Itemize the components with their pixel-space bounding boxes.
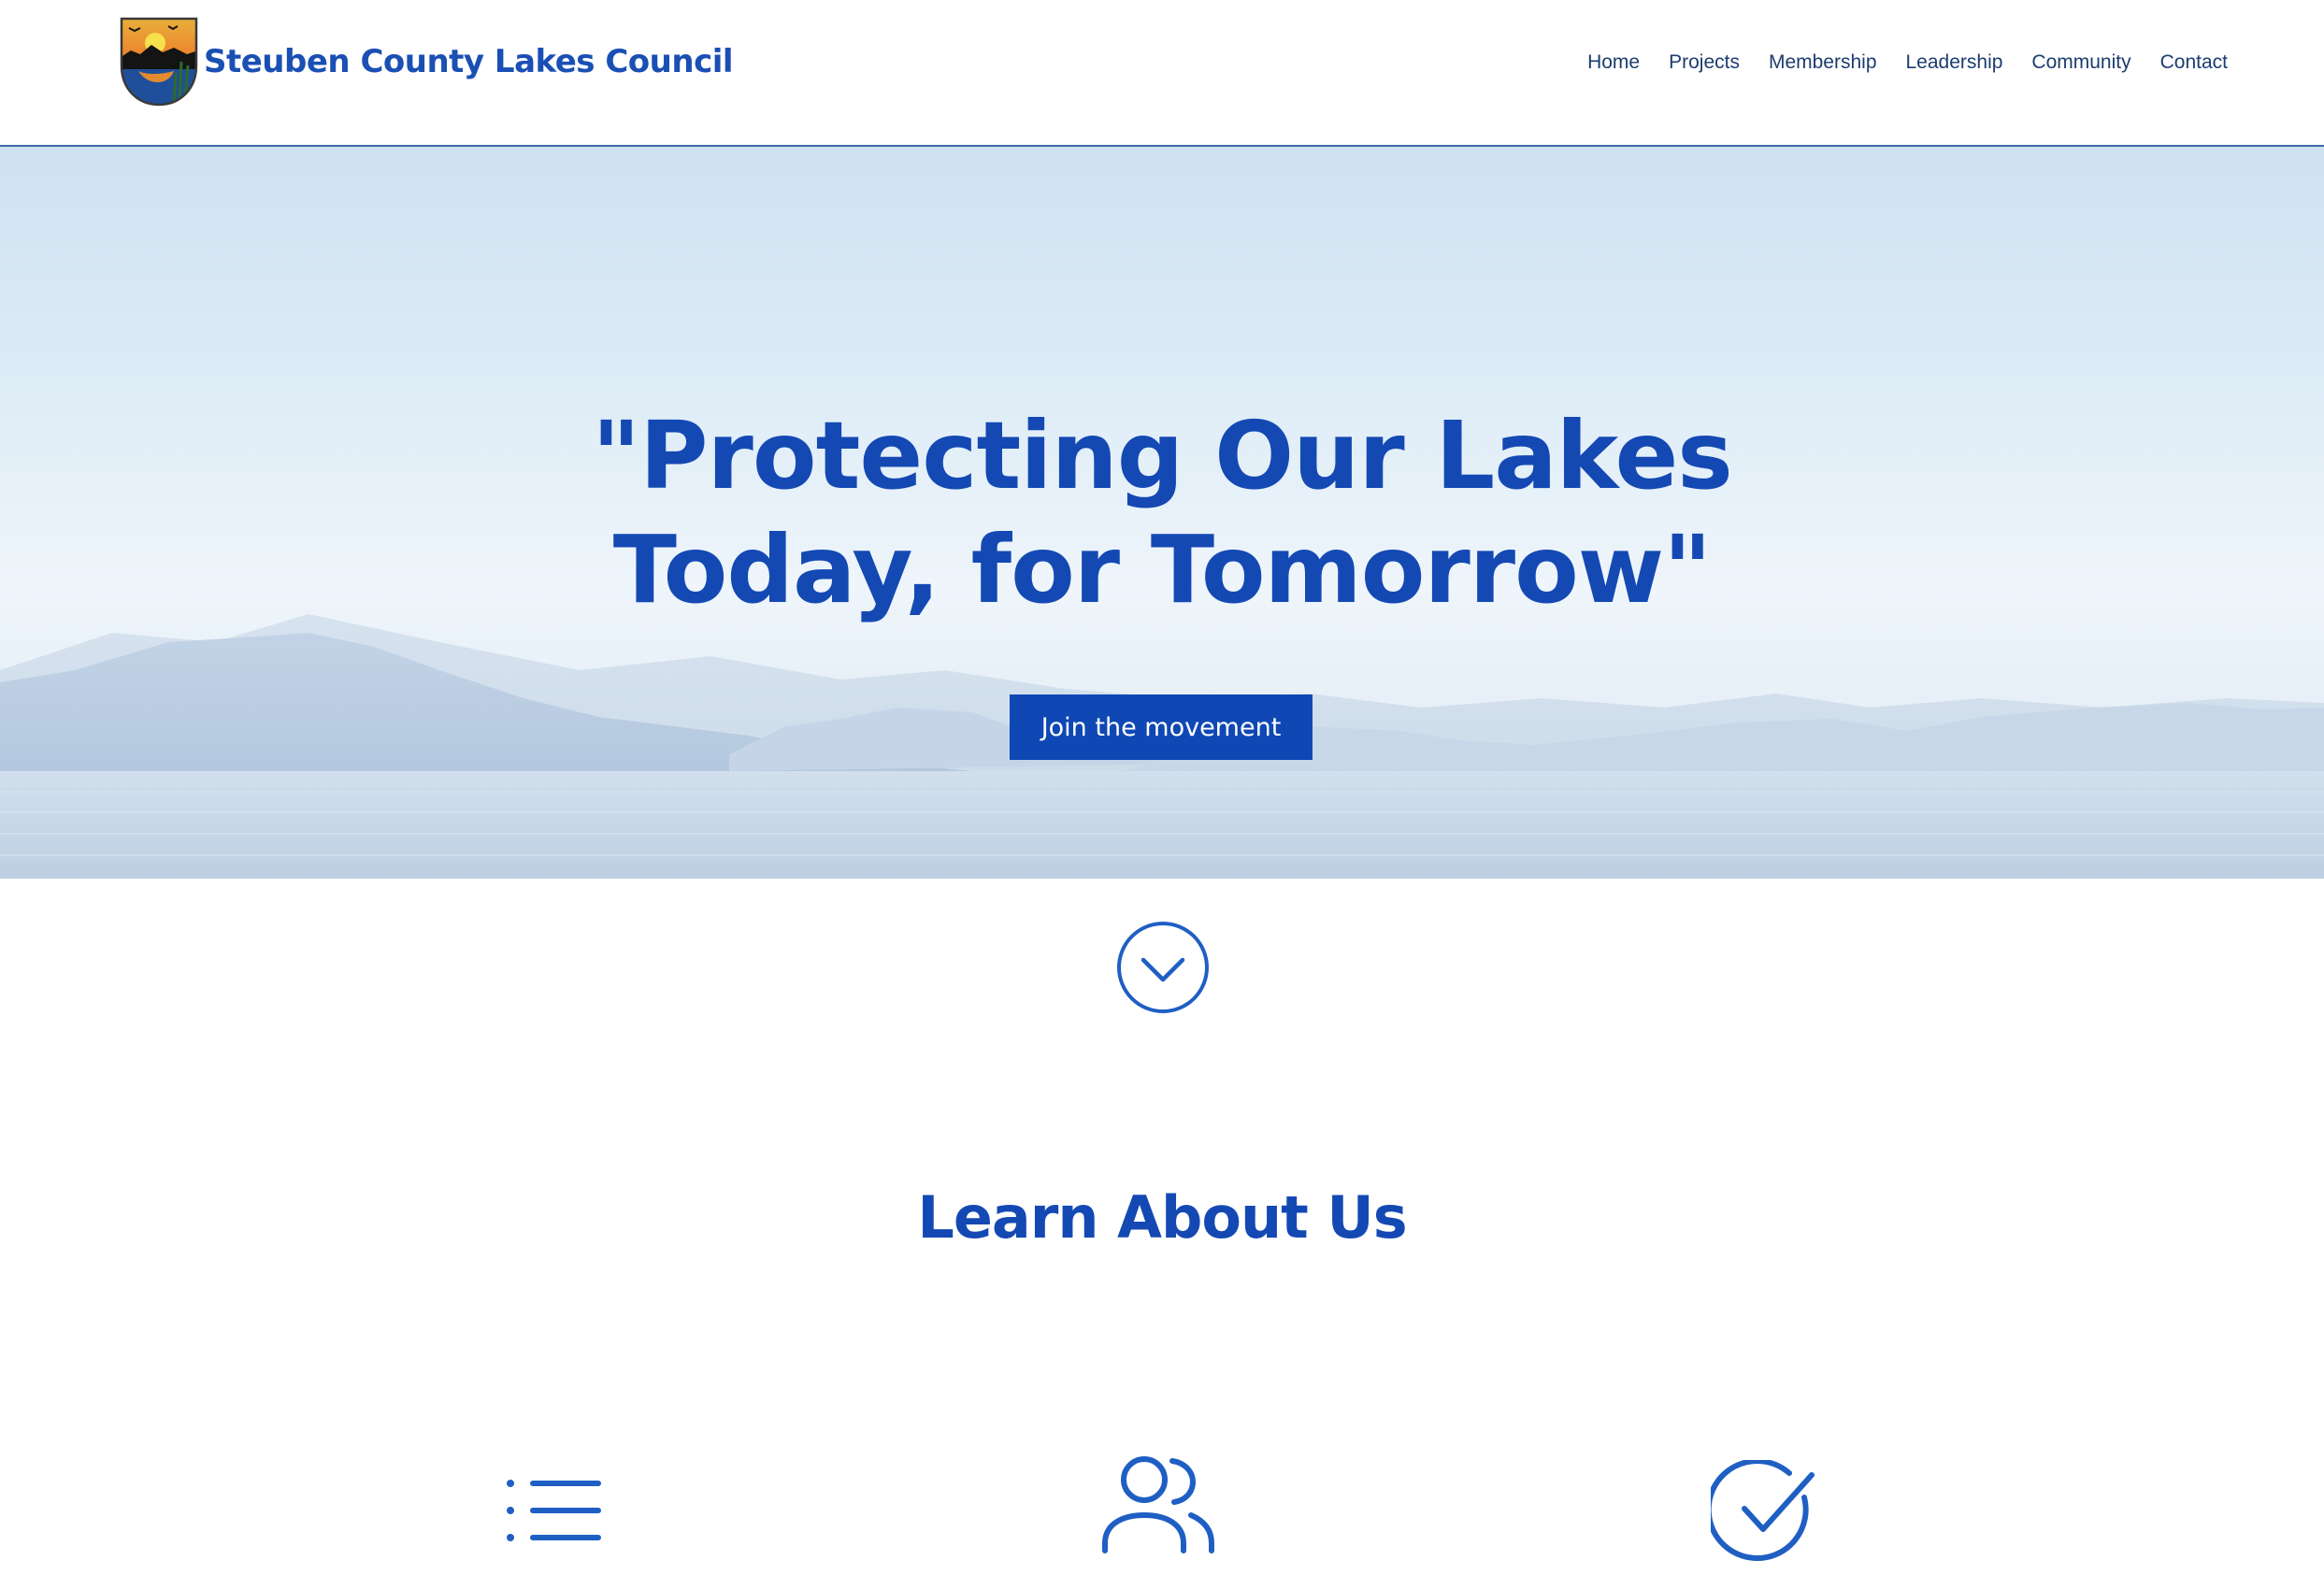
nav-leadership[interactable]: Leadership (1906, 51, 2003, 74)
nav-home[interactable]: Home (1587, 51, 1640, 74)
users-icon (1102, 1456, 1214, 1553)
join-movement-button[interactable]: Join the movement (1010, 694, 1313, 760)
hero-title: "Protecting Our Lakes Today, for Tomorro… (0, 399, 2324, 627)
learn-about-us-heading: Learn About Us (917, 1183, 1407, 1252)
hero-title-line-1: "Protecting Our Lakes (592, 401, 1733, 510)
nav-membership[interactable]: Membership (1769, 51, 1877, 74)
check-circle-icon (1711, 1460, 1815, 1562)
nav-community[interactable]: Community (2031, 51, 2130, 74)
list-icon (507, 1480, 601, 1541)
brand-name: Steuben County Lakes Council (204, 43, 734, 80)
county-shield-logo (120, 17, 198, 107)
hero-section: "Protecting Our Lakes Today, for Tomorro… (0, 147, 2324, 879)
nav-projects[interactable]: Projects (1669, 51, 1740, 74)
brand-link[interactable]: Steuben County Lakes Council (120, 17, 734, 107)
nav-contact[interactable]: Contact (2160, 51, 2228, 74)
chevron-down-circle-icon[interactable] (1115, 920, 1211, 1015)
hero-title-line-2: Today, for Tomorrow" (612, 515, 1713, 624)
main-nav: Home Projects Membership Leadership Comm… (1587, 47, 2228, 79)
site-header: Steuben County Lakes Council Home Projec… (0, 0, 2324, 147)
